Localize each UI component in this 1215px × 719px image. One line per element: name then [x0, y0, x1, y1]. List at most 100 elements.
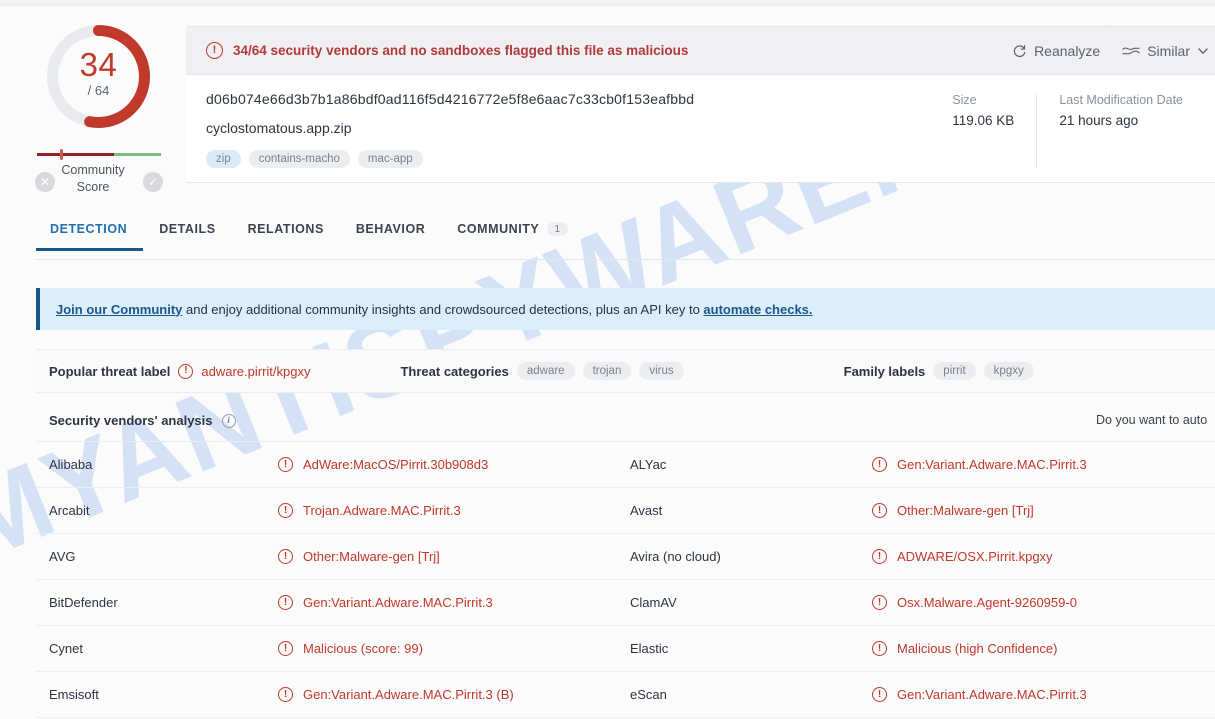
- detection-count: 34: [79, 46, 118, 83]
- report-tabs: DETECTION DETAILS RELATIONS BEHAVIOR COM…: [36, 222, 1215, 260]
- vendor-name: ALYac: [630, 457, 667, 472]
- vendor-result: ! Other:Malware-gen [Trj]: [278, 534, 630, 579]
- vendor-result-text[interactable]: Gen:Variant.Adware.MAC.Pirrit.3: [897, 687, 1087, 702]
- file-card-actions: Reanalyze Similar: [1012, 27, 1209, 75]
- community-score-bar-positive: [113, 153, 161, 156]
- vendor-result-text[interactable]: Trojan.Adware.MAC.Pirrit.3: [303, 503, 461, 518]
- similar-waves-icon: [1122, 47, 1140, 55]
- vendor-name: eScan: [630, 687, 667, 702]
- vendor-name: Avira (no cloud): [630, 549, 721, 564]
- vendor-result: ! Osx.Malware.Agent-9260959-0: [872, 580, 1215, 625]
- table-row: Emsisoft ! Gen:Variant.Adware.MAC.Pirrit…: [36, 672, 1215, 718]
- file-tag[interactable]: contains-macho: [248, 150, 350, 168]
- similar-button[interactable]: Similar: [1122, 43, 1209, 59]
- file-hash[interactable]: d06b074e66d3b7b1a86bdf0ad116f5d4216772e5…: [206, 91, 912, 107]
- metadata-value: 21 hours ago: [1059, 113, 1139, 128]
- exclamation-circle-icon: !: [278, 687, 293, 702]
- popular-threat-label-value[interactable]: adware.pirrit/kpgxy: [201, 364, 310, 379]
- vendor-result-text[interactable]: Gen:Variant.Adware.MAC.Pirrit.3: [303, 595, 493, 610]
- tab-relations[interactable]: RELATIONS: [232, 222, 340, 248]
- vendor-result: ! Malicious (high Confidence): [872, 626, 1215, 671]
- file-tags: zip contains-macho mac-app: [206, 150, 912, 168]
- vendor-result-text[interactable]: Other:Malware-gen [Trj]: [303, 549, 440, 564]
- exclamation-circle-icon: !: [278, 549, 293, 564]
- exclamation-circle-icon: !: [278, 503, 293, 518]
- detection-total: / 64: [87, 83, 110, 98]
- file-name: cyclostomatous.app.zip: [206, 120, 352, 136]
- exclamation-circle-icon: !: [872, 549, 887, 564]
- exclamation-circle-icon: !: [872, 595, 887, 610]
- security-vendors-title-group: Security vendors' analysis i: [36, 413, 236, 428]
- vendor-result-text[interactable]: ADWARE/OSX.Pirrit.kpgxy: [897, 549, 1053, 564]
- family-labels-group: Family labels pirrit kpgxy: [844, 362, 1034, 380]
- tab-community-badge: 1: [547, 222, 568, 236]
- check-circle-icon[interactable]: ✓: [143, 172, 163, 192]
- similar-label: Similar: [1147, 43, 1190, 59]
- vendor-result: ! Other:Malware-gen [Trj]: [872, 488, 1215, 533]
- community-score-bar: [37, 153, 161, 156]
- family-label-chip[interactable]: kpgxy: [983, 362, 1034, 380]
- info-circle-icon[interactable]: i: [221, 413, 236, 428]
- vendor-result: ! Malicious (score: 99): [278, 626, 630, 671]
- community-score-marker: [60, 149, 63, 160]
- reanalyze-button[interactable]: Reanalyze: [1012, 43, 1100, 59]
- exclamation-circle-icon: !: [278, 595, 293, 610]
- detection-summary-panel: 34 / 64 Community Score ✕ ✓: [0, 7, 186, 195]
- file-tag[interactable]: mac-app: [357, 150, 423, 168]
- tab-details[interactable]: DETAILS: [143, 222, 231, 248]
- metadata-size: Size 119.06 KB: [930, 93, 1038, 168]
- exclamation-circle-icon: !: [872, 503, 887, 518]
- table-row: AVG ! Other:Malware-gen [Trj] Avira (no …: [36, 534, 1215, 580]
- banner-mid-text: and enjoy additional community insights …: [182, 301, 704, 317]
- vendor-result-text[interactable]: Osx.Malware.Agent-9260959-0: [897, 595, 1077, 610]
- metadata-label: Size: [952, 93, 977, 107]
- table-row: Arcabit ! Trojan.Adware.MAC.Pirrit.3 Ava…: [36, 488, 1215, 534]
- vendor-name: ClamAV: [630, 595, 677, 610]
- exclamation-circle-icon: !: [872, 457, 887, 472]
- exclamation-circle-icon: !: [178, 363, 194, 379]
- tab-community[interactable]: COMMUNITY 1: [441, 222, 583, 248]
- vendor-name: Elastic: [630, 641, 669, 656]
- vendor-name: Emsisoft: [49, 687, 99, 702]
- virustotal-file-report-page: MYANTISPYWARE.COM 34 / 64 Community Scor…: [0, 0, 1215, 719]
- vendor-name: Avast: [630, 503, 663, 518]
- vendor-result: ! AdWare:MacOS/Pirrit.30b908d3: [278, 442, 630, 487]
- file-tag[interactable]: zip: [206, 150, 241, 168]
- table-row: Alibaba ! AdWare:MacOS/Pirrit.30b908d3 A…: [36, 442, 1215, 488]
- vendor-result-text[interactable]: Gen:Variant.Adware.MAC.Pirrit.3 (B): [303, 687, 514, 702]
- vendor-name: Arcabit: [49, 503, 90, 518]
- threat-category-chip[interactable]: trojan: [582, 362, 632, 380]
- threat-category-chip[interactable]: adware: [516, 362, 575, 380]
- vendor-result-text[interactable]: AdWare:MacOS/Pirrit.30b908d3: [303, 457, 488, 472]
- vendor-result: ! Gen:Variant.Adware.MAC.Pirrit.3: [872, 442, 1215, 487]
- tab-label: DETECTION: [50, 222, 128, 236]
- vendor-result-text[interactable]: Malicious (score: 99): [303, 641, 423, 656]
- tab-behavior[interactable]: BEHAVIOR: [340, 222, 441, 248]
- detection-alert-text: 34/64 security vendors and no sandboxes …: [233, 43, 689, 58]
- automate-checks-link[interactable]: automate checks.: [703, 302, 812, 317]
- threat-label-row: Popular threat label ! adware.pirrit/kpg…: [36, 349, 1215, 393]
- tab-detection[interactable]: DETECTION: [36, 222, 144, 251]
- metadata-last-modification-date: Last Modification Date 21 hours ago: [1037, 93, 1205, 168]
- exclamation-circle-icon: !: [872, 687, 887, 702]
- refresh-icon: [1013, 44, 1026, 57]
- threat-category-chip[interactable]: virus: [639, 362, 684, 380]
- auto-analysis-prompt[interactable]: Do you want to auto: [1096, 413, 1207, 427]
- thumbs-down-circle-icon[interactable]: ✕: [35, 172, 55, 192]
- table-row: Cynet ! Malicious (score: 99) Elastic ! …: [36, 626, 1215, 672]
- family-label-chip[interactable]: pirrit: [933, 362, 976, 380]
- vendor-result-text[interactable]: Malicious (high Confidence): [897, 641, 1057, 656]
- browser-top-strip: [0, 0, 1215, 6]
- file-identity: d06b074e66d3b7b1a86bdf0ad116f5d4216772e5…: [206, 91, 912, 168]
- join-community-link[interactable]: Join our Community: [56, 302, 182, 317]
- vendor-result: ! Gen:Variant.Adware.MAC.Pirrit.3: [872, 672, 1215, 717]
- popular-threat-label-group: Popular threat label ! adware.pirrit/kpg…: [49, 363, 310, 379]
- vendor-name: BitDefender: [49, 595, 118, 610]
- vendor-result: ! Trojan.Adware.MAC.Pirrit.3: [278, 488, 630, 533]
- detection-ratio-gauge: 34 / 64: [42, 20, 155, 133]
- vendor-name: Cynet: [49, 641, 83, 656]
- chevron-down-icon: [1198, 48, 1208, 54]
- vendor-result-text[interactable]: Other:Malware-gen [Trj]: [897, 503, 1034, 518]
- vendor-result-text[interactable]: Gen:Variant.Adware.MAC.Pirrit.3: [897, 457, 1087, 472]
- threat-categories-title: Threat categories: [400, 363, 509, 379]
